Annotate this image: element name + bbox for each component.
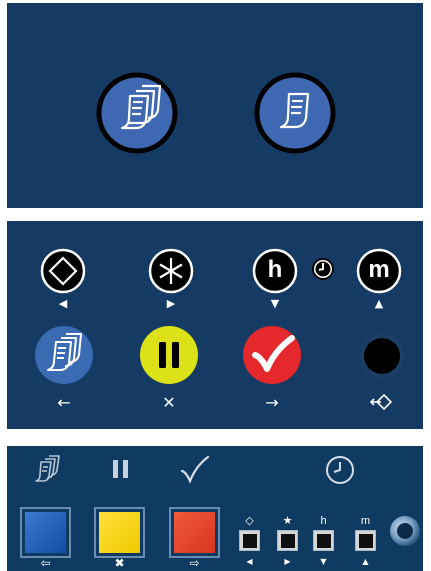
left-small-caption: ◀ (246, 557, 253, 566)
clock-small-icon (324, 454, 356, 486)
documents-button[interactable] (34, 325, 94, 385)
h-small-button[interactable] (313, 530, 334, 551)
diamond-small-button[interactable] (239, 530, 260, 551)
clock-icon (311, 257, 335, 281)
m-small-label: m (360, 515, 371, 527)
blue-square-face (25, 512, 66, 553)
single-document-button[interactable] (254, 72, 336, 154)
control-panel: ◀ ▶ h ▼ m ▲ ← ✕ → (7, 221, 423, 429)
m-small-button[interactable] (355, 530, 376, 551)
yellow-square-face (99, 512, 140, 553)
h-button[interactable]: h (252, 248, 298, 294)
star-small-face (281, 534, 295, 548)
diamond-small-label: ◇ (245, 515, 254, 527)
m-small-face (359, 534, 373, 548)
move-diamond-icon (370, 393, 394, 411)
m-button-label: m (368, 256, 390, 283)
compact-control-panel: ⇦ ✖ ⇨ ◇ ◀ ★ ▶ h ▼ m ▲ (7, 446, 423, 571)
left-caption-icon: ◀ (58, 297, 68, 310)
down-caption-icon: ▼ (270, 297, 280, 310)
left-hollow-arrow-caption: ⇦ (40, 556, 51, 570)
down-small-caption: ▼ (320, 557, 327, 566)
up-caption-icon: ▲ (374, 297, 384, 310)
cross-caption: ✕ (162, 393, 176, 412)
asterisk-button[interactable] (148, 248, 194, 294)
checkmark-small-icon (179, 454, 211, 484)
m-button[interactable]: m (356, 248, 402, 294)
yellow-square-button[interactable] (94, 507, 145, 558)
diamond-small-face (243, 534, 257, 548)
documents-small-icon (31, 454, 63, 484)
right-small-caption: ▶ (284, 557, 291, 566)
confirm-button[interactable] (242, 325, 302, 385)
pause-small-icon (111, 458, 131, 480)
x-caption: ✖ (114, 556, 125, 570)
right-arrow-caption: → (265, 393, 279, 412)
red-square-button[interactable] (169, 507, 220, 558)
h-small-face (317, 534, 331, 548)
star-small-button[interactable] (277, 530, 298, 551)
up-small-caption: ▲ (362, 557, 369, 566)
left-arrow-caption: ← (57, 393, 71, 412)
h-small-label: h (320, 515, 327, 527)
pause-button[interactable] (139, 325, 199, 385)
right-hollow-arrow-caption: ⇨ (189, 556, 200, 570)
diamond-button[interactable] (40, 248, 86, 294)
star-small-label: ★ (282, 515, 293, 527)
right-caption-icon: ▶ (166, 297, 176, 310)
round-knob-button[interactable] (389, 515, 421, 547)
h-button-label: h (267, 256, 283, 283)
blue-square-button[interactable] (20, 507, 71, 558)
red-square-face (174, 512, 215, 553)
black-round-button[interactable] (359, 333, 405, 379)
document-select-panel (7, 3, 423, 208)
multi-document-button[interactable] (96, 72, 178, 154)
